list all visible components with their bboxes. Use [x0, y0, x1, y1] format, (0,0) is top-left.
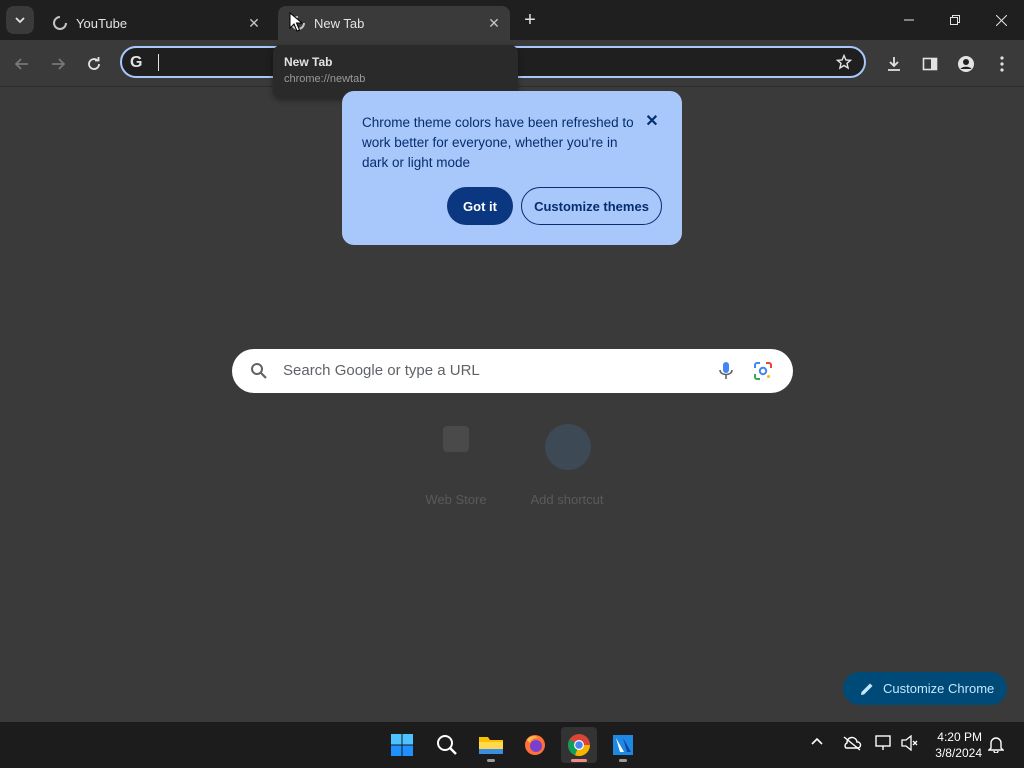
avatar-icon — [958, 56, 974, 72]
bell-icon — [987, 737, 1005, 754]
back-arrow-icon — [14, 58, 28, 70]
chevron-down-icon — [15, 17, 25, 24]
minimize-button[interactable] — [886, 0, 932, 40]
side-panel-icon — [922, 57, 938, 71]
loading-icon — [52, 15, 68, 31]
tab-youtube[interactable]: YouTube ✕ — [40, 6, 270, 40]
video-editor-icon — [613, 735, 633, 755]
forward-arrow-icon — [52, 58, 66, 70]
chrome-taskbar-button[interactable] — [561, 727, 597, 763]
tab-title: New Tab — [314, 15, 365, 31]
search-placeholder: Search Google or type a URL — [283, 362, 480, 379]
chrome-icon — [567, 734, 591, 757]
search-icon — [437, 735, 457, 755]
chrome-menu-button[interactable] — [988, 50, 1016, 78]
taskbar — [0, 722, 1024, 768]
reload-icon — [88, 57, 100, 70]
web-store-icon — [443, 426, 469, 452]
forward-button[interactable] — [44, 50, 72, 78]
microphone-icon[interactable] — [718, 361, 734, 386]
tab-new-tab[interactable]: New Tab ✕ — [278, 6, 510, 40]
taskbar-search-button[interactable] — [429, 727, 465, 763]
running-indicator — [487, 759, 495, 762]
profile-button[interactable] — [952, 50, 980, 78]
hover-card-url: chrome://newtab — [284, 73, 366, 85]
shortcut-label: Add shortcut — [530, 492, 604, 507]
clock-time: 4:20 PM — [937, 730, 982, 744]
google-lens-icon[interactable] — [753, 361, 773, 386]
side-panel-button[interactable] — [916, 50, 944, 78]
customize-themes-button[interactable]: Customize themes — [521, 187, 662, 225]
firefox-button[interactable] — [517, 727, 553, 763]
restore-icon — [950, 15, 960, 25]
restore-button[interactable] — [932, 0, 978, 40]
shortcut-add[interactable]: Add shortcut — [512, 424, 622, 507]
start-button[interactable] — [384, 727, 420, 763]
google-g-icon: G — [130, 54, 143, 71]
promo-message: Chrome theme colors have been refreshed … — [362, 115, 634, 170]
running-indicator — [619, 759, 627, 762]
got-it-button[interactable]: Got it — [447, 187, 513, 225]
close-window-button[interactable] — [978, 0, 1024, 40]
folder-icon — [479, 737, 503, 754]
download-icon — [888, 57, 900, 71]
text-caret — [158, 54, 159, 71]
customize-chrome-label: Customize Chrome — [883, 681, 995, 696]
back-button[interactable] — [8, 50, 36, 78]
clock-date: 3/8/2024 — [935, 746, 982, 760]
tab-title: YouTube — [76, 15, 128, 31]
network-icon[interactable] — [875, 735, 893, 756]
close-icon[interactable]: ✕ — [644, 113, 660, 130]
onedrive-offline-icon[interactable] — [842, 735, 862, 756]
taskbar-clock[interactable]: 4:20 PM 3/8/2024 — [926, 729, 982, 761]
theme-refresh-promo: Chrome theme colors have been refreshed … — [342, 91, 682, 245]
firefox-icon — [525, 735, 545, 755]
shortcut-label: Web Store — [425, 492, 487, 507]
pencil-icon — [861, 683, 873, 695]
search-box[interactable]: Search Google or type a URL — [232, 349, 793, 393]
active-indicator — [571, 759, 587, 762]
volume-muted-icon[interactable] — [901, 734, 919, 756]
shortcut-web-store[interactable]: Web Store — [401, 426, 511, 507]
show-hidden-icons-button[interactable] — [810, 735, 824, 754]
close-icon — [995, 14, 1007, 26]
downloads-button[interactable] — [880, 50, 908, 78]
minimize-icon — [904, 19, 914, 21]
video-editor-button[interactable] — [605, 727, 641, 763]
notifications-button[interactable] — [987, 735, 1005, 758]
search-icon — [250, 362, 268, 385]
hover-card-title: New Tab — [284, 55, 333, 69]
file-explorer-button[interactable] — [473, 727, 509, 763]
add-shortcut-icon — [545, 424, 591, 470]
close-tab-icon[interactable]: ✕ — [486, 15, 502, 31]
reload-button[interactable] — [80, 50, 108, 78]
mouse-cursor-icon — [289, 12, 303, 32]
close-tab-icon[interactable]: ✕ — [246, 15, 262, 31]
bookmark-star-icon[interactable] — [835, 53, 853, 75]
kebab-menu-icon — [1000, 56, 1004, 72]
customize-chrome-button[interactable]: Customize Chrome — [843, 672, 1007, 705]
tab-search-button[interactable] — [6, 6, 34, 34]
chevron-up-icon — [811, 737, 823, 745]
windows-logo-icon — [391, 734, 413, 756]
new-tab-button[interactable]: + — [518, 8, 542, 32]
